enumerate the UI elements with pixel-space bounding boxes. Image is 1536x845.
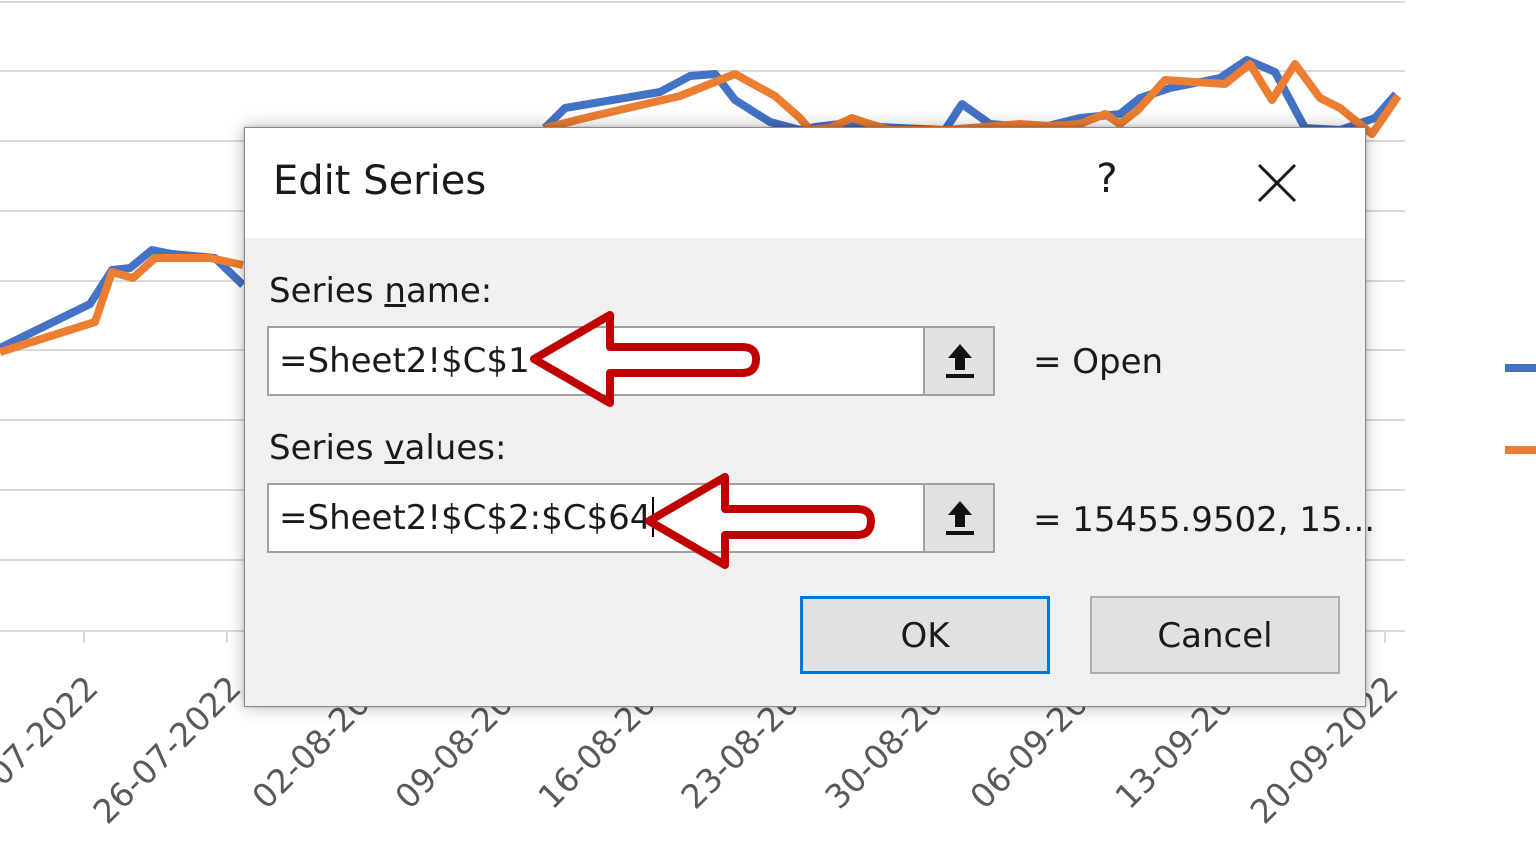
edit-series-dialog: Edit Series ? Series name: =Sheet2!$C$1 … [244,127,1375,707]
series-values-field[interactable]: =Sheet2!$C$2:$C$64 [267,483,995,553]
series-values-label: Series values: [269,428,507,468]
series-name-preview: = Open [1033,342,1164,382]
collapse-upload-icon [946,501,974,535]
series-name-label: Series name: [269,271,493,311]
x-tick-label: 26-07-2022 [85,668,248,831]
series-line-orange [0,254,244,356]
series-name-collapse-button[interactable] [923,328,993,394]
cancel-button[interactable]: Cancel [1090,596,1340,674]
dialog-titlebar: Edit Series ? [245,128,1365,238]
collapse-upload-icon [946,344,974,378]
help-button[interactable]: ? [1087,156,1127,206]
ok-button[interactable]: OK [800,596,1050,674]
series-line-blue [0,246,246,352]
x-tick-label: 07-2022 [0,668,106,793]
series-line-orange-top [544,60,1402,138]
legend-markers [1505,364,1536,454]
series-values-text: =Sheet2!$C$2:$C$64 [279,498,652,538]
annotation-arrow-left-icon [645,473,875,569]
close-icon [1257,163,1297,203]
dialog-title: Edit Series [273,158,487,204]
series-values-preview: = 15455.9502, 15... [1033,500,1376,540]
close-button[interactable] [1255,161,1299,205]
series-values-collapse-button[interactable] [923,485,993,551]
annotation-arrow-left-icon [530,311,760,407]
